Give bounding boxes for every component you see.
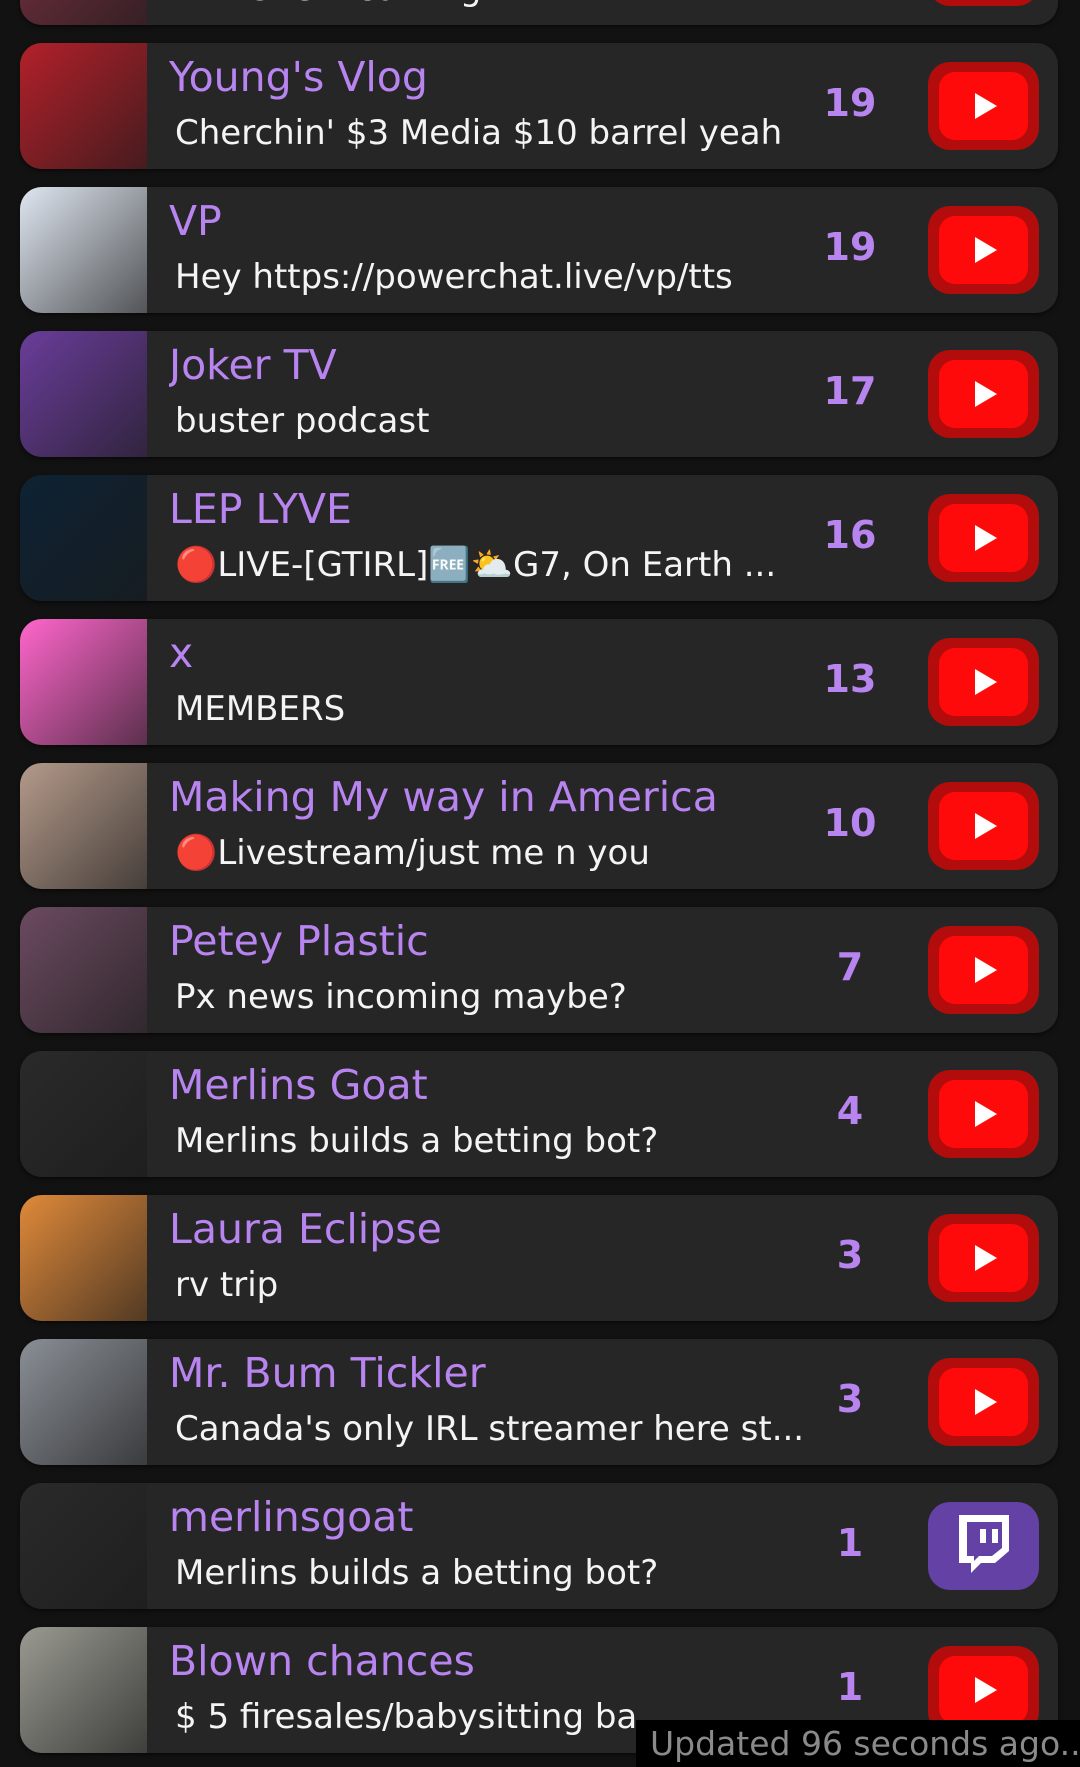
play-icon xyxy=(973,91,999,121)
stream-avatar xyxy=(20,1627,147,1753)
open-youtube-button[interactable] xyxy=(928,1214,1039,1302)
stream-title: x xyxy=(169,629,194,677)
play-icon xyxy=(973,1675,999,1705)
viewer-count: 13 xyxy=(823,657,877,701)
stream-avatar xyxy=(20,187,147,313)
twitch-icon xyxy=(953,1511,1015,1581)
play-icon xyxy=(973,955,999,985)
stream-subtitle: Hey https://powerchat.live/vp/tts xyxy=(175,257,733,297)
stream-title: Young's Vlog xyxy=(169,53,428,101)
stream-title: Mr. Bum Tickler xyxy=(169,1349,486,1397)
stream-subtitle: Px news incoming xyxy=(175,0,481,9)
stream-subtitle: $ 5 firesales/babysitting ba xyxy=(175,1697,638,1737)
play-icon xyxy=(973,1099,999,1129)
stream-subtitle: Merlins builds a betting bot? xyxy=(175,1121,659,1161)
open-youtube-button[interactable] xyxy=(928,1358,1039,1446)
viewer-count: 19 xyxy=(823,81,877,125)
viewer-count: 1 xyxy=(836,1521,864,1565)
open-youtube-button[interactable] xyxy=(928,206,1039,294)
play-icon xyxy=(973,811,999,841)
stream-card[interactable]: Mr. Bum Tickler Canada's only IRL stream… xyxy=(20,1339,1058,1465)
play-icon xyxy=(973,1387,999,1417)
viewer-count: 19 xyxy=(823,225,877,269)
open-youtube-button[interactable] xyxy=(928,62,1039,150)
stream-card[interactable]: Petey Plastic Px news incoming maybe? 7 xyxy=(20,907,1058,1033)
stream-card[interactable]: Laura Eclipse rv trip 3 xyxy=(20,1195,1058,1321)
stream-list: Px news incoming Young's Vlog Cherchin' … xyxy=(0,0,1080,1753)
stream-title: Blown chances xyxy=(169,1637,475,1685)
open-youtube-button[interactable] xyxy=(928,782,1039,870)
play-icon xyxy=(973,667,999,697)
stream-card[interactable]: Merlins Goat Merlins builds a betting bo… xyxy=(20,1051,1058,1177)
stream-subtitle: Px news incoming maybe? xyxy=(175,977,627,1017)
open-youtube-button[interactable] xyxy=(928,1070,1039,1158)
stream-title: Making My way in America xyxy=(169,773,718,821)
open-youtube-button[interactable] xyxy=(928,494,1039,582)
stream-subtitle: MEMBERS xyxy=(175,689,346,729)
stream-title: VP xyxy=(169,197,222,245)
open-twitch-button[interactable] xyxy=(928,1502,1039,1590)
play-icon xyxy=(973,523,999,553)
play-icon xyxy=(973,379,999,409)
viewer-count: 4 xyxy=(836,1089,864,1133)
open-youtube-button[interactable] xyxy=(928,926,1039,1014)
viewer-count: 10 xyxy=(823,801,877,845)
stream-subtitle: buster podcast xyxy=(175,401,430,441)
stream-card[interactable]: Joker TV buster podcast 17 xyxy=(20,331,1058,457)
update-status: Updated 96 seconds ago... xyxy=(636,1720,1080,1767)
stream-title: Petey Plastic xyxy=(169,917,429,965)
stream-subtitle: Merlins builds a betting bot? xyxy=(175,1553,659,1593)
stream-card[interactable]: merlinsgoat Merlins builds a betting bot… xyxy=(20,1483,1058,1609)
stream-title: Joker TV xyxy=(169,341,337,389)
stream-avatar xyxy=(20,763,147,889)
stream-subtitle: Canada's only IRL streamer here st... xyxy=(175,1409,805,1449)
stream-card[interactable]: x MEMBERS 13 xyxy=(20,619,1058,745)
stream-avatar xyxy=(20,0,147,25)
viewer-count: 7 xyxy=(836,945,864,989)
viewer-count: 3 xyxy=(836,1377,864,1421)
stream-subtitle: 🔴Livestream/just me n you xyxy=(175,833,650,873)
viewer-count: 3 xyxy=(836,1233,864,1277)
stream-title: merlinsgoat xyxy=(169,1493,414,1541)
play-icon xyxy=(973,235,999,265)
stream-avatar xyxy=(20,475,147,601)
stream-card[interactable]: LEP LYVE 🔴LIVE-[GTIRL]🆓⛅G7, On Earth ...… xyxy=(20,475,1058,601)
open-youtube-button[interactable] xyxy=(928,350,1039,438)
stream-avatar xyxy=(20,907,147,1033)
stream-title: Laura Eclipse xyxy=(169,1205,442,1253)
stream-card[interactable]: Making My way in America 🔴Livestream/jus… xyxy=(20,763,1058,889)
play-icon xyxy=(973,1243,999,1273)
stream-title: Merlins Goat xyxy=(169,1061,428,1109)
stream-avatar xyxy=(20,1195,147,1321)
stream-avatar xyxy=(20,331,147,457)
stream-avatar xyxy=(20,43,147,169)
stream-card[interactable]: Young's Vlog Cherchin' $3 Media $10 barr… xyxy=(20,43,1058,169)
open-youtube-button[interactable] xyxy=(928,0,1039,6)
stream-subtitle: 🔴LIVE-[GTIRL]🆓⛅G7, On Earth ... xyxy=(175,545,777,585)
stream-card[interactable]: Px news incoming xyxy=(20,0,1058,25)
viewer-count: 17 xyxy=(823,369,877,413)
stream-subtitle: Cherchin' $3 Media $10 barrel yeah xyxy=(175,113,783,153)
stream-avatar xyxy=(20,619,147,745)
stream-avatar xyxy=(20,1051,147,1177)
open-youtube-button[interactable] xyxy=(928,638,1039,726)
stream-avatar xyxy=(20,1483,147,1609)
stream-title: LEP LYVE xyxy=(169,485,352,533)
stream-subtitle: rv trip xyxy=(175,1265,279,1305)
viewer-count: 16 xyxy=(823,513,877,557)
viewer-count: 1 xyxy=(836,1665,864,1709)
stream-card[interactable]: VP Hey https://powerchat.live/vp/tts 19 xyxy=(20,187,1058,313)
stream-avatar xyxy=(20,1339,147,1465)
